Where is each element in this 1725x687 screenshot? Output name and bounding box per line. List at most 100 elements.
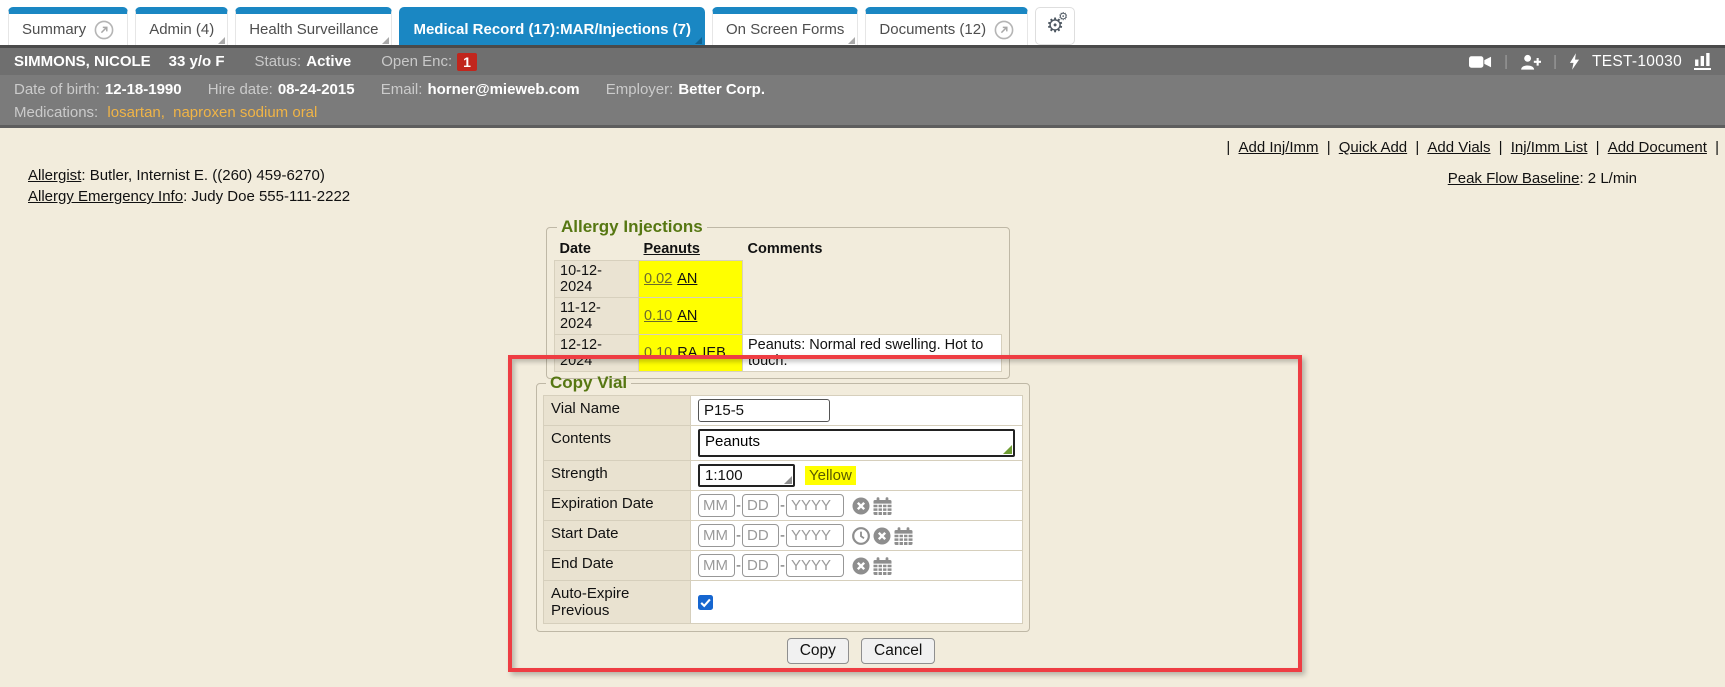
vial-name-input[interactable] [698,399,830,422]
tab-documents[interactable]: Documents (12) [865,7,1028,45]
calendar-icon[interactable] [873,497,892,515]
add-vials-link[interactable]: Add Vials [1427,139,1490,156]
add-document-link[interactable]: Add Document [1608,139,1707,156]
start-date-label: Start Date [543,520,691,551]
injection-dose-cell: 0.10 RA IEB [639,335,743,372]
tab-health-surveillance-label: Health Surveillance [249,21,378,38]
station-id: TEST-10030 [1592,53,1682,71]
column-header-peanuts-link[interactable]: Peanuts [644,241,700,257]
code-link[interactable]: AN [677,308,697,324]
allergy-emergency-info-link[interactable]: Allergy Emergency Info [28,188,183,205]
auto-expire-row: Auto-Expire Previous [543,580,1023,624]
add-inj-imm-link[interactable]: Add Inj/Imm [1238,139,1318,156]
dose-link[interactable]: 0.02 [644,271,672,287]
clear-date-x-circle-icon[interactable] [852,497,870,515]
tab-health-surveillance[interactable]: Health Surveillance [235,7,392,45]
medication-link-losartan[interactable]: losartan [107,104,160,121]
reaction-code: RA [677,345,697,361]
tab-on-screen-forms-label: On Screen Forms [726,21,844,38]
allergist-link[interactable]: Allergist [28,167,81,184]
start-month-input[interactable] [698,524,735,547]
employer-value: Better Corp. [678,81,765,98]
table-row: 12-12-2024 0.10RAIEB Peanuts: Normal red… [555,335,1002,372]
start-day-input[interactable] [742,524,779,547]
calendar-icon[interactable] [873,557,892,575]
peak-flow-baseline-link[interactable]: Peak Flow Baseline [1448,170,1580,187]
employer-label: Employer: [606,81,674,98]
end-date-row: End Date -- [543,550,1023,581]
end-date-label: End Date [543,550,691,581]
tab-bar: Summary Admin (4) Health Surveillance Me… [0,0,1725,45]
clear-date-x-circle-icon[interactable] [873,527,891,545]
status-label: Status: [255,53,302,70]
strength-row: Strength Yellow [543,460,1023,491]
contents-textarea[interactable]: Peanuts [698,429,1015,457]
external-link-circle-icon[interactable] [994,20,1014,40]
inj-imm-list-link[interactable]: Inj/Imm List [1511,139,1588,156]
demographics-bar: Date of birth:12-18-1990 Hire date:08-24… [0,75,1725,128]
patient-name: SIMMONS, NICOLE [14,53,151,70]
link-separator: | [1499,139,1503,156]
settings-gear-button[interactable]: ⚙ ⚙ [1035,7,1075,45]
injection-comment: Peanuts: Normal red swelling. Hot to tou… [743,335,1002,372]
expiration-month-input[interactable] [698,494,735,517]
tab-summary-label: Summary [22,21,86,38]
medications-label: Medications: [14,104,98,121]
injection-date: 11-12-2024 [555,298,639,335]
tab-medical-record[interactable]: Medical Record (17):MAR/Injections (7) [399,7,705,45]
auto-expire-checkbox[interactable] [698,595,713,610]
dose-link[interactable]: 0.10 [644,308,672,324]
allergy-emergency-line: Allergy Emergency Info: Judy Doe 555-111… [28,186,350,207]
dose-link[interactable]: 0.10 [644,345,672,361]
auto-expire-label: Auto-Expire Previous [543,580,691,624]
tab-documents-label: Documents (12) [879,21,986,38]
patient-header-bar: SIMMONS, NICOLE 33 y/o F Status: Active … [0,45,1725,75]
copy-vial-legend: Copy Vial [546,373,631,393]
video-camera-icon[interactable] [1469,55,1492,69]
end-month-input[interactable] [698,554,735,577]
table-row: 11-12-2024 0.10 AN [555,298,1002,335]
tab-admin[interactable]: Admin (4) [135,7,228,45]
copy-vial-section: Copy Vial Vial Name Contents Peanuts Str… [536,373,1030,632]
expiration-day-input[interactable] [742,494,779,517]
open-encounter-badge[interactable]: 1 [457,53,477,71]
start-year-input[interactable] [786,524,844,547]
gear-small-icon: ⚙ [1058,12,1068,23]
clock-icon[interactable] [852,527,870,545]
tab-on-screen-forms[interactable]: On Screen Forms [712,7,858,45]
end-day-input[interactable] [742,554,779,577]
toolbar-divider: | [1504,53,1508,70]
expiration-year-input[interactable] [786,494,844,517]
allergist-value: : Butler, Internist E. ((260) 459-6270) [81,167,324,184]
lightning-bolt-icon[interactable] [1569,53,1580,70]
table-header-row: Date Peanuts Comments [555,238,1002,261]
tab-medical-record-label: Medical Record (17):MAR/Injections (7) [413,21,691,38]
clear-date-x-circle-icon[interactable] [852,557,870,575]
quick-add-link[interactable]: Quick Add [1339,139,1407,156]
allergy-injections-section: Allergy Injections Date Peanuts Comments… [546,217,1010,379]
code-link[interactable]: IEB [702,345,725,361]
tab-dropdown-fold-icon [382,37,389,44]
cancel-button[interactable]: Cancel [861,638,935,664]
bar-chart-icon[interactable] [1694,53,1711,70]
code-link[interactable]: AN [677,271,697,287]
external-link-circle-icon[interactable] [94,20,114,40]
medications-line: Medications: losartan, naproxen sodium o… [14,101,1711,124]
tab-dropdown-fold-icon [695,37,702,44]
copy-button[interactable]: Copy [787,638,849,664]
vial-name-row: Vial Name [543,395,1023,426]
header-toolbar: | | TEST-10030 [1469,53,1711,71]
email-value: horner@mieweb.com [427,81,579,98]
patient-age-sex: 33 y/o F [169,53,225,70]
link-separator: | [1415,139,1419,156]
medication-link-naproxen[interactable]: naproxen sodium oral [173,104,317,121]
person-plus-icon[interactable] [1520,54,1541,70]
end-year-input[interactable] [786,554,844,577]
tab-summary[interactable]: Summary [8,7,128,45]
link-separator: | [1226,139,1230,156]
calendar-icon[interactable] [894,527,913,545]
strength-input[interactable] [698,464,795,487]
contents-row: Contents Peanuts [543,425,1023,461]
start-date-row: Start Date -- [543,520,1023,551]
copy-vial-fieldset: Copy Vial Vial Name Contents Peanuts Str… [536,373,1030,632]
